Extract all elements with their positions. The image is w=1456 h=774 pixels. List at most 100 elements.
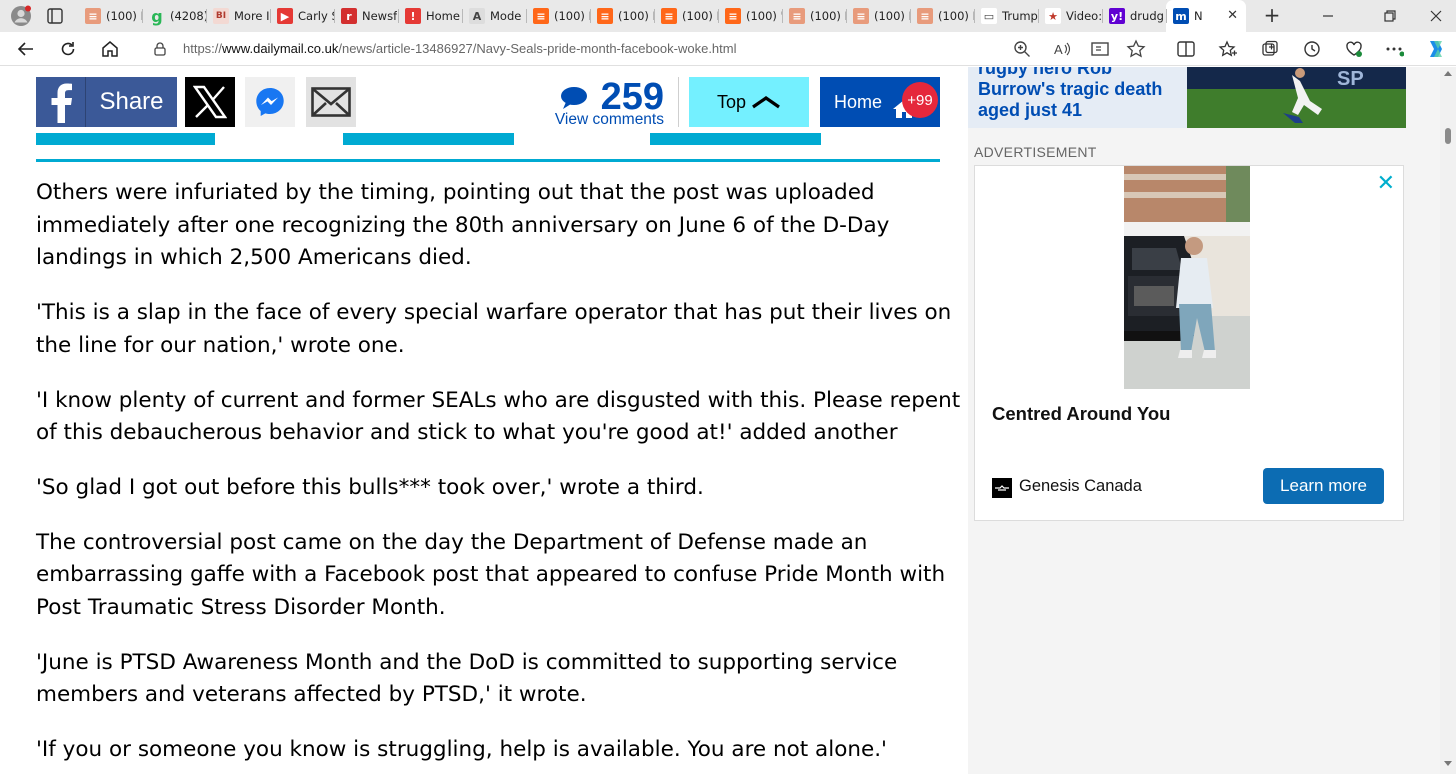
related-story-image[interactable]: SP [1187,67,1406,128]
browser-tab[interactable]: ≡ (100) I [846,0,910,32]
advertiser-logo [992,478,1012,498]
restore-icon[interactable] [1380,6,1400,26]
notification-badge: +99 [902,82,938,118]
svg-text:SP: SP [1337,68,1364,90]
page-scrollbar[interactable] [1440,67,1456,774]
close-ad-icon[interactable]: ✕ [1377,170,1395,196]
substack-icon: ≡ [661,8,677,24]
browser-tab[interactable]: ≡ (100) ' [718,0,782,32]
share-bar: Share 259 View comments Top Home +99 [36,76,940,128]
tab-label: Trump [1002,9,1038,23]
back-to-top-button[interactable]: Top [689,77,809,127]
paragraph-line: 'June is PTSD Awareness Month and the Do… [36,649,898,675]
browser-tab[interactable]: ≡ (100) I [78,0,142,32]
headline-line: rugby hero Rob [978,67,1112,78]
paragraph-line: the line for our nation,' wrote one. [36,332,405,358]
more-menu-icon[interactable] [1384,39,1404,59]
tab-label: Mode [490,9,522,23]
browser-tab[interactable]: A Mode [462,0,526,32]
browser-tab[interactable]: ≡ (100) I [590,0,654,32]
browser-tab[interactable]: ≡ (100) I [782,0,846,32]
back-icon[interactable] [16,39,36,59]
substack-icon: ≡ [85,8,101,24]
related-story-card[interactable]: rugby hero Rob Burrow's tragic death aged … [968,67,1406,128]
advertiser-name[interactable]: Genesis Canada [1019,477,1142,496]
right-column: rugby hero Rob Burrow's tragic death aged … [968,67,1440,774]
scroll-down-arrow[interactable] [1444,761,1452,766]
minimize-icon[interactable] [1318,6,1338,26]
share-bar-divider [678,77,679,127]
substack-icon: ≡ [597,8,613,24]
tab-actions-icon[interactable] [46,7,64,25]
facebook-share-button[interactable]: Share [36,77,177,127]
ad-learn-more-button[interactable]: Learn more [1263,468,1384,504]
browser-tab[interactable]: r Newsf [334,0,398,32]
immersive-reader-icon[interactable] [1090,39,1110,59]
close-window-icon[interactable] [1426,6,1446,26]
related-button-1[interactable] [36,133,215,145]
tab-label: Carly S [298,9,334,23]
browser-tab[interactable]: BI More I [206,0,270,32]
browser-tab[interactable]: ▶ Carly S [270,0,334,32]
x-logo-icon [193,85,227,119]
browser-tab[interactable]: ▭ Trump [974,0,1038,32]
favorites-icon[interactable] [1218,39,1238,59]
scrollbar-thumb[interactable] [1445,128,1451,144]
read-aloud-icon[interactable]: A [1052,39,1072,59]
browser-essentials-icon[interactable] [1344,39,1364,59]
page-icon: ▭ [981,8,997,24]
browser-tab[interactable]: g (4208) [142,0,206,32]
top-label: Top [716,91,747,112]
messenger-share-button[interactable] [245,77,295,127]
home-icon[interactable] [100,39,120,59]
tab-list: ≡ (100) I g (4208) BI More I ▶ Carly S r Newsf! Ho… [78,0,1246,32]
split-screen-icon[interactable] [1176,39,1196,59]
article-paragraph: Others were infuriated by the timing, po… [36,177,946,275]
copilot-icon[interactable] [1424,37,1448,61]
email-share-button[interactable] [306,77,356,127]
address-bar[interactable]: https://www.dailymail.co.uk/news/article… [140,35,1160,63]
ad-image[interactable] [1124,166,1250,389]
browser-tab[interactable]: ★ Video: [1038,0,1102,32]
advertisement-card[interactable]: ✕ Centred Around You Genesis Canada Lear… [974,165,1404,521]
zoom-icon[interactable] [1012,39,1032,59]
tab-label: N [1194,9,1203,23]
substack-icon: ≡ [789,8,805,24]
paragraph-line: members and veterans affected by PTSD,' … [36,682,587,708]
related-story-headline[interactable]: rugby hero Rob Burrow's tragic death aged … [978,67,1178,121]
facebook-share-label: Share [99,88,164,115]
url-host: www.dailymail.co.uk [222,41,339,56]
paragraph-line: immediately after one recognizing the 80… [36,212,890,238]
scroll-up-arrow[interactable] [1444,71,1452,76]
profile-avatar-icon[interactable] [10,5,32,27]
paragraph-line: Post Traumatic Stress Disorder Month. [36,595,446,621]
comment-bubble-icon [561,87,587,109]
section-divider [36,159,940,162]
url-text: https://www.dailymail.co.uk/news/article… [183,41,737,56]
favorite-star-icon[interactable] [1126,39,1146,59]
refresh-icon[interactable] [58,39,78,59]
history-icon[interactable] [1302,39,1322,59]
browser-tab[interactable]: ≡ (100) I [910,0,974,32]
tab-label: (100) I [938,9,974,23]
related-button-3[interactable] [650,133,821,145]
paragraph-line: of this debaucherous behavior and stick … [36,420,898,446]
x-share-button[interactable] [185,77,235,127]
related-button-2[interactable] [343,133,514,145]
collections-icon[interactable] [1260,39,1280,59]
tab-label: (100) I [106,9,142,23]
view-comments-link[interactable]: 259 View comments [546,76,664,128]
lock-icon[interactable] [152,41,168,57]
browser-tab[interactable]: ≡ (100) I [654,0,718,32]
browser-tab[interactable]: ! Home [398,0,462,32]
close-tab-icon[interactable]: ✕ [1227,8,1238,23]
browser-tab[interactable]: ≡ (100) E [526,0,590,32]
browser-tab[interactable]: y! drudg [1102,0,1166,32]
article-paragraph: The controversial post came on the day t… [36,527,946,625]
article-paragraph: 'So glad I got out before this bulls*** … [36,472,946,505]
ad-title[interactable]: Centred Around You [992,403,1171,425]
new-tab-button[interactable]: + [1262,5,1282,26]
browser-tab[interactable]: m N ✕ [1166,0,1246,32]
paragraph-line: Others were infuriated by the timing, po… [36,180,875,205]
home-button[interactable]: Home +99 [820,77,940,127]
